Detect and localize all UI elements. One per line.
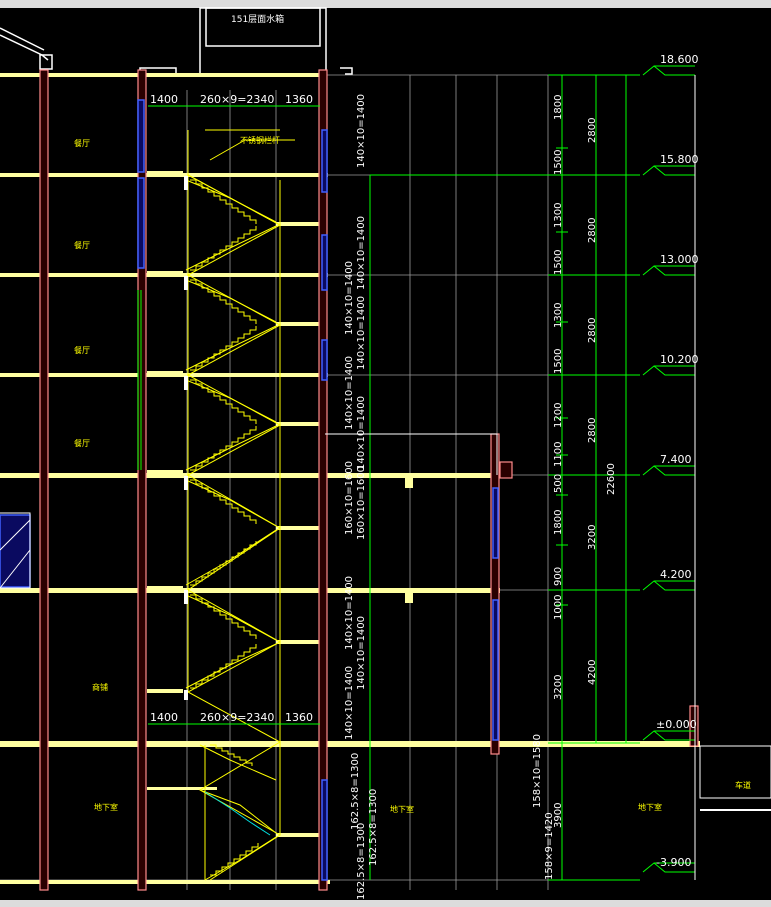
flight-dim: 162.5×8=1300 <box>350 753 361 830</box>
floor-slab <box>0 73 325 77</box>
elevation-label: 15.800 <box>660 153 699 166</box>
seg-dim: 1500 <box>553 250 564 275</box>
roof-structure <box>0 7 353 77</box>
wall-column <box>39 69 49 891</box>
window <box>321 779 328 881</box>
flight-dim: 160×10=1600 <box>344 461 355 535</box>
roof-slope <box>0 34 49 61</box>
plan-dim: 1400 <box>150 93 178 106</box>
seg-dim: 3200 <box>553 675 564 700</box>
floor-slab <box>0 473 500 478</box>
flight-dim: 160×10=1600 <box>356 466 367 540</box>
story-dim: 2800 <box>587 218 598 243</box>
rail-note: 不锈钢栏杆 <box>240 135 280 145</box>
roof-tank-label: 151层面水箱 <box>231 13 284 25</box>
window <box>137 99 145 173</box>
elevation-label: 18.600 <box>660 53 699 66</box>
seg-dim: 1300 <box>553 203 564 228</box>
room-label: 餐厅 <box>74 439 90 448</box>
room-label: 地下室 <box>390 804 414 814</box>
window <box>321 234 328 291</box>
story-dim: 2800 <box>587 118 598 143</box>
room-label: 商铺 <box>92 682 108 692</box>
elevation-markers <box>642 65 695 873</box>
window <box>492 599 499 741</box>
seg-dim: 1000 <box>553 595 564 620</box>
floor-slab <box>0 741 700 747</box>
stair-steps <box>190 179 259 876</box>
window <box>321 339 328 381</box>
flight-dim: 140×10=1400 <box>344 261 355 335</box>
elevation-label: -3.900 <box>656 856 691 869</box>
elevation-label: 13.000 <box>660 253 699 266</box>
seg-dim: 1100 <box>553 442 564 467</box>
window <box>0 514 31 588</box>
seg-dim: 1800 <box>553 95 564 120</box>
room-label: 地下室 <box>94 802 118 812</box>
flight-dim: 140×10=1400 <box>356 296 367 370</box>
elevation-label: ±0.000 <box>656 718 697 731</box>
story-dim: 2800 <box>587 418 598 443</box>
bottom-window-border <box>0 900 771 907</box>
story-dim: 4200 <box>587 660 598 685</box>
story-dim: 2800 <box>587 318 598 343</box>
flight-dim: 162.5×8=1300 <box>356 823 367 900</box>
flight-dim: 140×10=1400 <box>344 356 355 430</box>
elevation-label: 10.200 <box>660 353 699 366</box>
room-label: 餐厅 <box>74 346 90 355</box>
outside-ground-block <box>699 745 771 799</box>
window <box>321 129 328 193</box>
story-dim: 3200 <box>587 525 598 550</box>
floor-slab <box>0 588 500 593</box>
flight-dim: 140×10=1400 <box>344 666 355 740</box>
room-label: 餐厅 <box>74 139 90 148</box>
seg-dim: 500 <box>553 474 564 493</box>
elevation-label: 7.400 <box>660 453 692 466</box>
flight-dim: 140×10=1400 <box>356 94 367 168</box>
flight-dim: 140×10=1400 <box>356 216 367 290</box>
plan-dim: 1360 <box>285 711 313 724</box>
stair-rail <box>186 174 282 881</box>
room-label: 餐厅 <box>74 241 90 250</box>
flight-dim: 140×10=1400 <box>356 616 367 690</box>
wall-column <box>318 69 328 891</box>
plan-dim: 260×9=2340 <box>200 93 274 106</box>
seg-dim: 1300 <box>553 303 564 328</box>
window <box>492 487 499 559</box>
floor-slab <box>0 880 330 884</box>
building-section-drawing: 151层面水箱 餐厅 餐厅 餐厅 餐厅 商铺 地下室 地下室 地下室 车道 不锈… <box>0 7 771 900</box>
flight-dim: 140×10=1400 <box>356 396 367 470</box>
room-label: 地下室 <box>638 802 662 812</box>
plan-dim: 1400 <box>150 711 178 724</box>
flight-dim: 140×10=1400 <box>344 576 355 650</box>
flight-dim: 158×10=1580 <box>532 734 543 808</box>
seg-dim: 1800 <box>553 510 564 535</box>
seg-dim: 1500 <box>553 349 564 374</box>
flight-dim: 162.5×8=1300 <box>368 789 379 866</box>
seg-dim: 900 <box>553 567 564 586</box>
seg-dim: 1200 <box>553 403 564 428</box>
basement-stair-cyan <box>204 791 271 836</box>
window <box>137 177 145 269</box>
plan-dim: 1360 <box>285 93 313 106</box>
elevation-label: 4.200 <box>660 568 692 581</box>
seg-dim: 3900 <box>553 803 564 828</box>
total-dim: 22600 <box>606 463 617 495</box>
plan-dim: 260×9=2340 <box>200 711 274 724</box>
room-label: 车道 <box>735 780 751 790</box>
seg-dim: 1500 <box>553 150 564 175</box>
cad-viewport[interactable]: 151层面水箱 餐厅 餐厅 餐厅 餐厅 商铺 地下室 地下室 地下室 车道 不锈… <box>0 0 771 907</box>
